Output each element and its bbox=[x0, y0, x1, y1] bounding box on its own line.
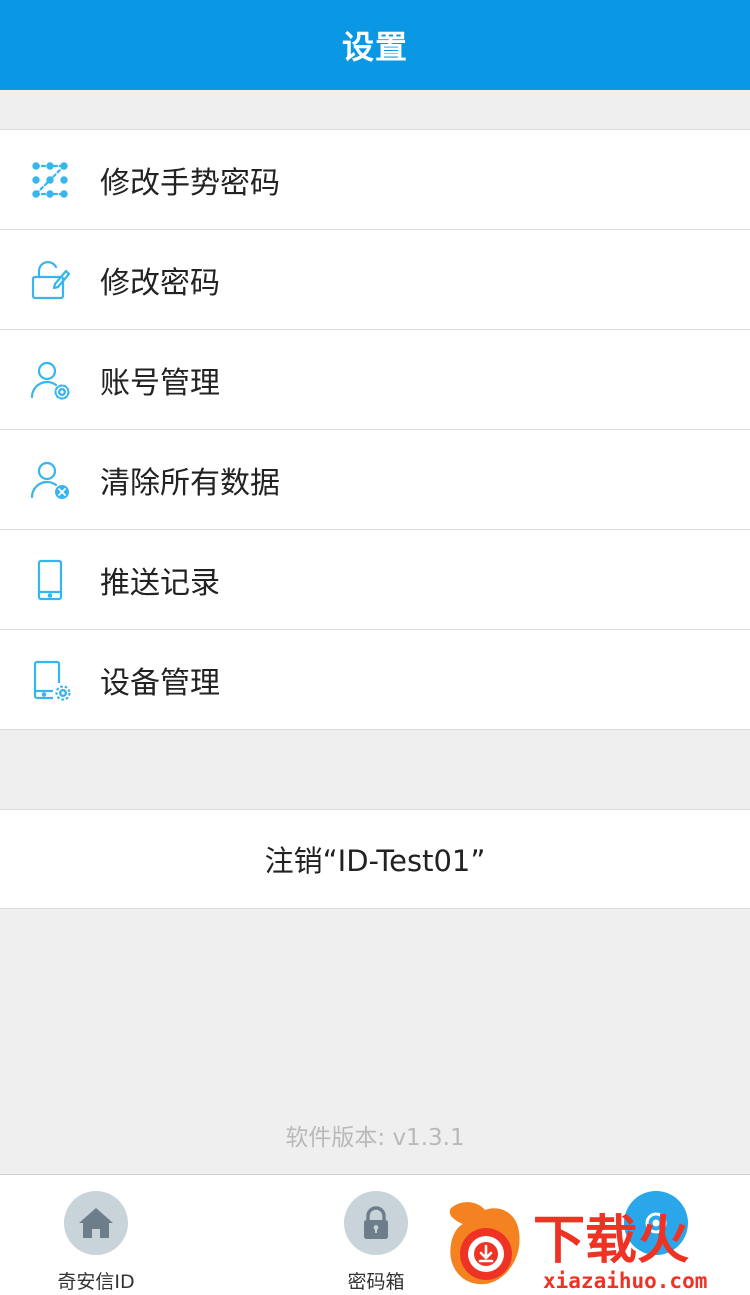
top-navigation-bar: 设置 bbox=[0, 0, 750, 90]
menu-item-change-gesture-password[interactable]: 修改手势密码 bbox=[0, 130, 750, 230]
lock-icon bbox=[344, 1191, 408, 1255]
menu-item-label: 推送记录 bbox=[100, 565, 220, 601]
watermark-brand: 下载火 bbox=[533, 1211, 689, 1271]
tab-label: 密码箱 bbox=[347, 1271, 405, 1293]
lock-edit-icon bbox=[0, 230, 100, 330]
menu-item-clear-all-data[interactable]: 清除所有数据 bbox=[0, 430, 750, 530]
menu-item-label: 清除所有数据 bbox=[100, 465, 280, 501]
menu-item-label: 修改密码 bbox=[100, 265, 220, 301]
home-icon bbox=[64, 1191, 128, 1255]
xiazaihuo-watermark-logo: 下载火 xiazaihuo.com bbox=[445, 1196, 745, 1293]
menu-item-device-management[interactable]: 设备管理 bbox=[0, 630, 750, 730]
logout-label: 注销“ID-Test01” bbox=[264, 844, 486, 878]
menu-item-push-records[interactable]: 推送记录 bbox=[0, 530, 750, 630]
user-gear-icon bbox=[0, 330, 100, 430]
tab-password-vault[interactable]: 密码箱 bbox=[311, 1191, 441, 1294]
menu-item-label: 设备管理 bbox=[100, 665, 220, 701]
app-version: 软件版本: v1.3.1 bbox=[285, 1125, 465, 1151]
menu-item-change-password[interactable]: 修改密码 bbox=[0, 230, 750, 330]
settings-menu: 修改手势密码 修改密码 账号管理 清除所有数据 推送记录 设备管理 bbox=[0, 129, 750, 730]
menu-item-label: 账号管理 bbox=[100, 365, 220, 401]
page-title: 设置 bbox=[341, 28, 408, 66]
menu-item-account-management[interactable]: 账号管理 bbox=[0, 330, 750, 430]
logout-button[interactable]: 注销“ID-Test01” bbox=[0, 809, 750, 909]
device-gear-icon bbox=[0, 630, 100, 730]
tab-label: 奇安信ID bbox=[57, 1271, 135, 1293]
tab-qianxin-id[interactable]: 奇安信ID bbox=[31, 1191, 161, 1294]
phone-icon bbox=[0, 530, 100, 630]
watermark-url: xiazaihuo.com bbox=[543, 1269, 707, 1293]
menu-item-label: 修改手势密码 bbox=[100, 165, 280, 201]
gesture-pattern-icon bbox=[0, 130, 100, 230]
user-remove-icon bbox=[0, 430, 100, 530]
